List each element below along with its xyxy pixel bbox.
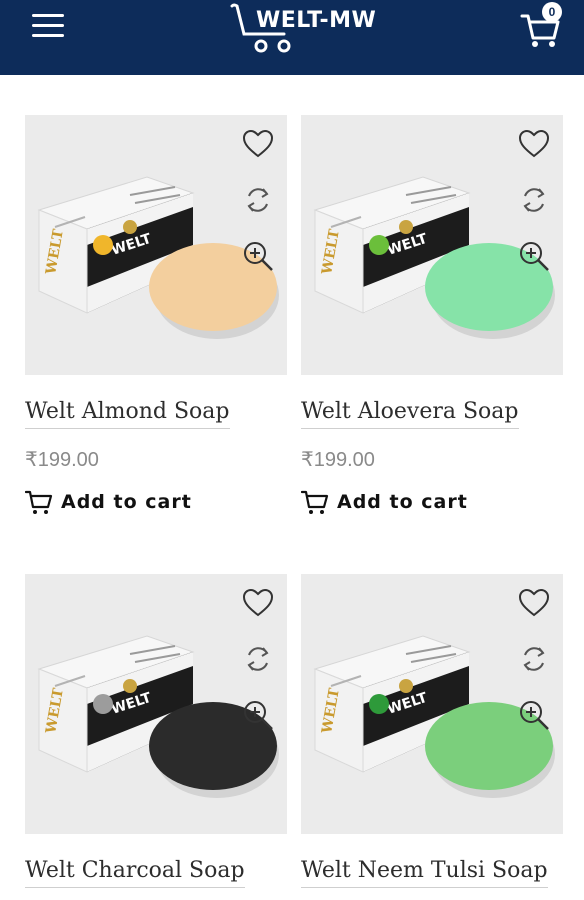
- product-card: WELT WELT: [301, 115, 563, 516]
- product-card: WELT WELT: [301, 574, 563, 888]
- product-image[interactable]: WELT WELT: [301, 115, 563, 375]
- compare-button[interactable]: [241, 183, 275, 217]
- logo-text: WELT-MW: [256, 8, 377, 33]
- product-title[interactable]: Welt Neem Tulsi Soap: [301, 858, 548, 888]
- cart-count-badge: 0: [542, 2, 562, 22]
- add-to-cart-button[interactable]: Add to cart: [25, 488, 287, 516]
- add-to-cart-label: Add to cart: [337, 491, 468, 513]
- heart-icon: [242, 129, 274, 158]
- refresh-icon: [523, 188, 545, 212]
- refresh-icon: [247, 647, 269, 671]
- wishlist-button[interactable]: [241, 586, 275, 620]
- quick-view-button[interactable]: [517, 698, 551, 732]
- quick-view-button[interactable]: [241, 698, 275, 732]
- product-card: WELT WELT: [25, 574, 287, 888]
- wishlist-button[interactable]: [241, 127, 275, 161]
- refresh-icon: [247, 188, 269, 212]
- site-logo[interactable]: WELT-MW: [226, 0, 376, 58]
- quick-view-button[interactable]: [517, 239, 551, 273]
- wishlist-button[interactable]: [517, 127, 551, 161]
- product-card: WELT WELT: [25, 115, 287, 516]
- hamburger-menu-icon[interactable]: [32, 12, 66, 40]
- compare-button[interactable]: [517, 642, 551, 676]
- product-price: ₹199.00: [301, 449, 375, 471]
- zoom-in-icon: [244, 242, 273, 271]
- product-title[interactable]: Welt Almond Soap: [25, 399, 230, 429]
- cart-icon: [25, 490, 53, 514]
- product-price: ₹199.00: [25, 449, 99, 471]
- product-image[interactable]: WELT WELT: [301, 574, 563, 834]
- add-to-cart-label: Add to cart: [61, 491, 192, 513]
- heart-icon: [518, 129, 550, 158]
- refresh-icon: [523, 647, 545, 671]
- site-header: WELT-MW 0: [0, 0, 584, 75]
- add-to-cart-button[interactable]: Add to cart: [301, 488, 563, 516]
- heart-icon: [242, 588, 274, 617]
- quick-view-button[interactable]: [241, 239, 275, 273]
- compare-button[interactable]: [517, 183, 551, 217]
- zoom-in-icon: [244, 701, 273, 730]
- product-image[interactable]: WELT WELT: [25, 574, 287, 834]
- heart-icon: [518, 588, 550, 617]
- wishlist-button[interactable]: [517, 586, 551, 620]
- product-image[interactable]: WELT WELT: [25, 115, 287, 375]
- cart-icon: [301, 490, 329, 514]
- product-title[interactable]: Welt Aloevera Soap: [301, 399, 519, 429]
- zoom-in-icon: [520, 701, 549, 730]
- product-title[interactable]: Welt Charcoal Soap: [25, 858, 245, 888]
- compare-button[interactable]: [241, 642, 275, 676]
- zoom-in-icon: [520, 242, 549, 271]
